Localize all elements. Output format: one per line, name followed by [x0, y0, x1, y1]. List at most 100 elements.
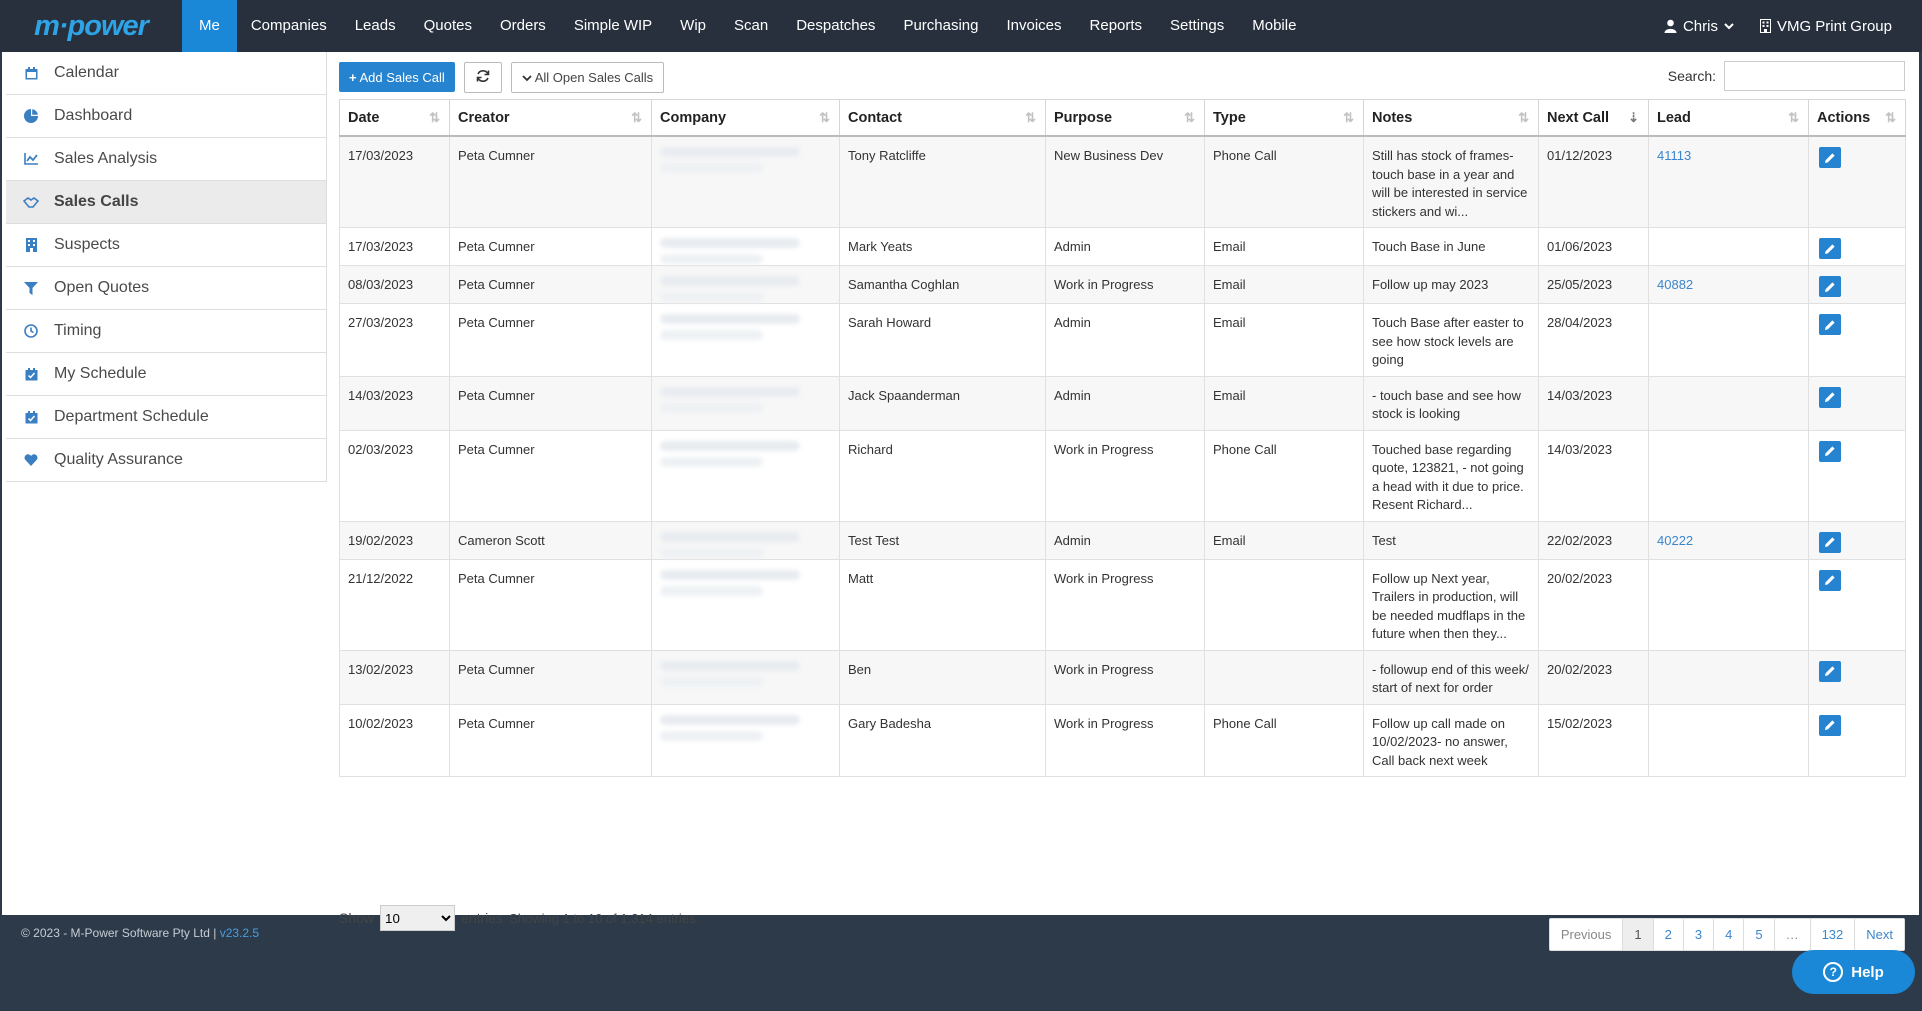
col-actions[interactable]: Actions ⇅: [1808, 99, 1906, 137]
nav-reports[interactable]: Reports: [1076, 0, 1157, 52]
lead-link[interactable]: 41113: [1657, 148, 1691, 163]
org-selector[interactable]: VMG Print Group: [1759, 18, 1892, 35]
col-next-call[interactable]: Next Call ⇣: [1538, 99, 1649, 137]
cell-notes: Follow up may 2023: [1363, 265, 1539, 304]
nav-me[interactable]: Me: [182, 0, 237, 52]
edit-button[interactable]: [1819, 660, 1841, 682]
edit-button[interactable]: [1819, 147, 1841, 168]
pagination-page[interactable]: 4: [1714, 919, 1745, 950]
nav-leads[interactable]: Leads: [341, 0, 410, 52]
pagination-page[interactable]: 1: [1623, 919, 1654, 950]
sidebar-item-calendar[interactable]: Calendar: [6, 52, 326, 95]
col-company[interactable]: Company ⇅: [651, 99, 840, 137]
cell-lead: [1648, 227, 1809, 266]
col-lead[interactable]: Lead ⇅: [1648, 99, 1809, 137]
sidebar-item-department-schedule[interactable]: Department Schedule: [6, 396, 326, 439]
cell-company-redacted: [651, 703, 840, 777]
user-menu[interactable]: Chris: [1664, 18, 1734, 35]
col-type[interactable]: Type ⇅: [1204, 99, 1364, 137]
table-row[interactable]: 14/03/2023 Peta Cumner Jack Spaanderman Adm…: [339, 375, 1906, 431]
table-row[interactable]: 19/02/2023 Cameron Scott Test Test Admin Ema…: [339, 520, 1906, 560]
col-creator[interactable]: Creator ⇅: [449, 99, 652, 137]
pagination-next[interactable]: Next: [1855, 919, 1904, 950]
redacted-text: [660, 676, 763, 687]
col-label: Purpose: [1054, 109, 1113, 126]
sidebar-item-label: Dashboard: [54, 107, 133, 124]
cell-purpose: Admin: [1045, 303, 1205, 377]
lead-link[interactable]: 40222: [1657, 533, 1693, 548]
pagination-page[interactable]: 3: [1683, 919, 1715, 950]
pagination-page[interactable]: 132: [1810, 919, 1856, 950]
sidebar-item-open-quotes[interactable]: Open Quotes: [6, 267, 326, 310]
col-contact[interactable]: Contact ⇅: [839, 99, 1046, 137]
table-row[interactable]: 13/02/2023 Peta Cumner Ben Work in Progress…: [339, 649, 1906, 705]
table-row[interactable]: 02/03/2023 Peta Cumner Richard Work in Prog…: [339, 429, 1906, 522]
copyright-text: © 2023 - M-Power Software Pty Ltd |: [21, 926, 220, 940]
sidebar-item-timing[interactable]: Timing: [6, 310, 326, 353]
sidebar-item-sales-analysis[interactable]: Sales Analysis: [6, 138, 326, 181]
filter-dropdown[interactable]: All Open Sales Calls: [510, 62, 665, 93]
cell-date: 13/02/2023: [339, 649, 450, 705]
sort-icon: ⇅: [819, 110, 830, 125]
edit-button[interactable]: [1819, 386, 1841, 408]
edit-button[interactable]: [1819, 569, 1841, 591]
sidebar-item-dashboard[interactable]: Dashboard: [6, 95, 326, 138]
table-row[interactable]: 17/03/2023 Peta Cumner Tony Ratcliffe New B…: [339, 135, 1906, 228]
nav-scan[interactable]: Scan: [720, 0, 782, 52]
sidebar-item-label: My Schedule: [54, 365, 147, 382]
edit-button[interactable]: [1819, 238, 1841, 259]
search-input[interactable]: [1724, 61, 1905, 91]
refresh-button[interactable]: [463, 62, 502, 93]
sort-icon: ⇅: [1184, 110, 1195, 125]
lead-link[interactable]: 40882: [1657, 277, 1693, 292]
nav-quotes[interactable]: Quotes: [410, 0, 486, 52]
edit-button[interactable]: [1819, 276, 1841, 297]
calendar-icon: [22, 66, 40, 80]
cell-lead: [1648, 703, 1809, 777]
edit-button[interactable]: [1819, 531, 1841, 553]
nav-mobile[interactable]: Mobile: [1238, 0, 1310, 52]
edit-button[interactable]: [1819, 314, 1841, 335]
nav-companies[interactable]: Companies: [237, 0, 341, 52]
sidebar-item-my-schedule[interactable]: My Schedule: [6, 353, 326, 396]
help-button[interactable]: ? Help: [1792, 950, 1915, 994]
cell-contact: Samantha Coghlan: [839, 265, 1046, 304]
col-purpose[interactable]: Purpose ⇅: [1045, 99, 1205, 137]
nav-despatches[interactable]: Despatches: [782, 0, 889, 52]
nav-simple-wip[interactable]: Simple WIP: [560, 0, 666, 52]
edit-button[interactable]: [1819, 714, 1841, 736]
nav-settings[interactable]: Settings: [1156, 0, 1238, 52]
table-row[interactable]: 17/03/2023 Peta Cumner Mark Yeats Admin Emai…: [339, 227, 1906, 266]
pagination-page[interactable]: 2: [1653, 919, 1684, 950]
cell-lead: [1648, 429, 1809, 522]
cell-company-redacted: [651, 649, 840, 705]
col-date[interactable]: Date ⇅: [339, 99, 450, 137]
table-row[interactable]: 21/12/2022 Peta Cumner Matt Work in Progres…: [339, 558, 1906, 651]
col-notes[interactable]: Notes ⇅: [1363, 99, 1539, 137]
sidebar-item-suspects[interactable]: Suspects: [6, 224, 326, 267]
pagination-page[interactable]: 5: [1744, 919, 1775, 950]
version-link[interactable]: v23.2.5: [220, 926, 259, 940]
help-label: Help: [1851, 963, 1884, 981]
cell-purpose: Admin: [1045, 227, 1205, 266]
table-row[interactable]: 27/03/2023 Peta Cumner Sarah Howard Admin Em…: [339, 303, 1906, 377]
mpower-logo[interactable]: m·power: [0, 0, 182, 52]
cell-creator: Peta Cumner: [449, 265, 652, 304]
add-sales-call-button[interactable]: + Add Sales Call: [339, 62, 455, 92]
nav-invoices[interactable]: Invoices: [992, 0, 1075, 52]
nav-orders[interactable]: Orders: [486, 0, 560, 52]
pagination-previous[interactable]: Previous: [1549, 919, 1624, 950]
nav-wip[interactable]: Wip: [666, 0, 720, 52]
cell-type: Email: [1204, 227, 1364, 266]
page-size-select[interactable]: 10: [380, 905, 456, 931]
cell-creator: Cameron Scott: [449, 520, 652, 560]
table-row[interactable]: 08/03/2023 Peta Cumner Samantha Coghlan Wor…: [339, 265, 1906, 304]
nav-purchasing[interactable]: Purchasing: [889, 0, 992, 52]
pencil-icon: [1825, 281, 1835, 292]
edit-button[interactable]: [1819, 440, 1841, 462]
sidebar-item-label: Sales Analysis: [54, 150, 158, 167]
sidebar-item-quality-assurance[interactable]: Quality Assurance: [6, 439, 326, 482]
sidebar-item-sales-calls[interactable]: Sales Calls: [6, 181, 326, 224]
table-row[interactable]: 10/02/2023 Peta Cumner Gary Badesha Work in…: [339, 703, 1906, 777]
redacted-text: [660, 660, 801, 671]
